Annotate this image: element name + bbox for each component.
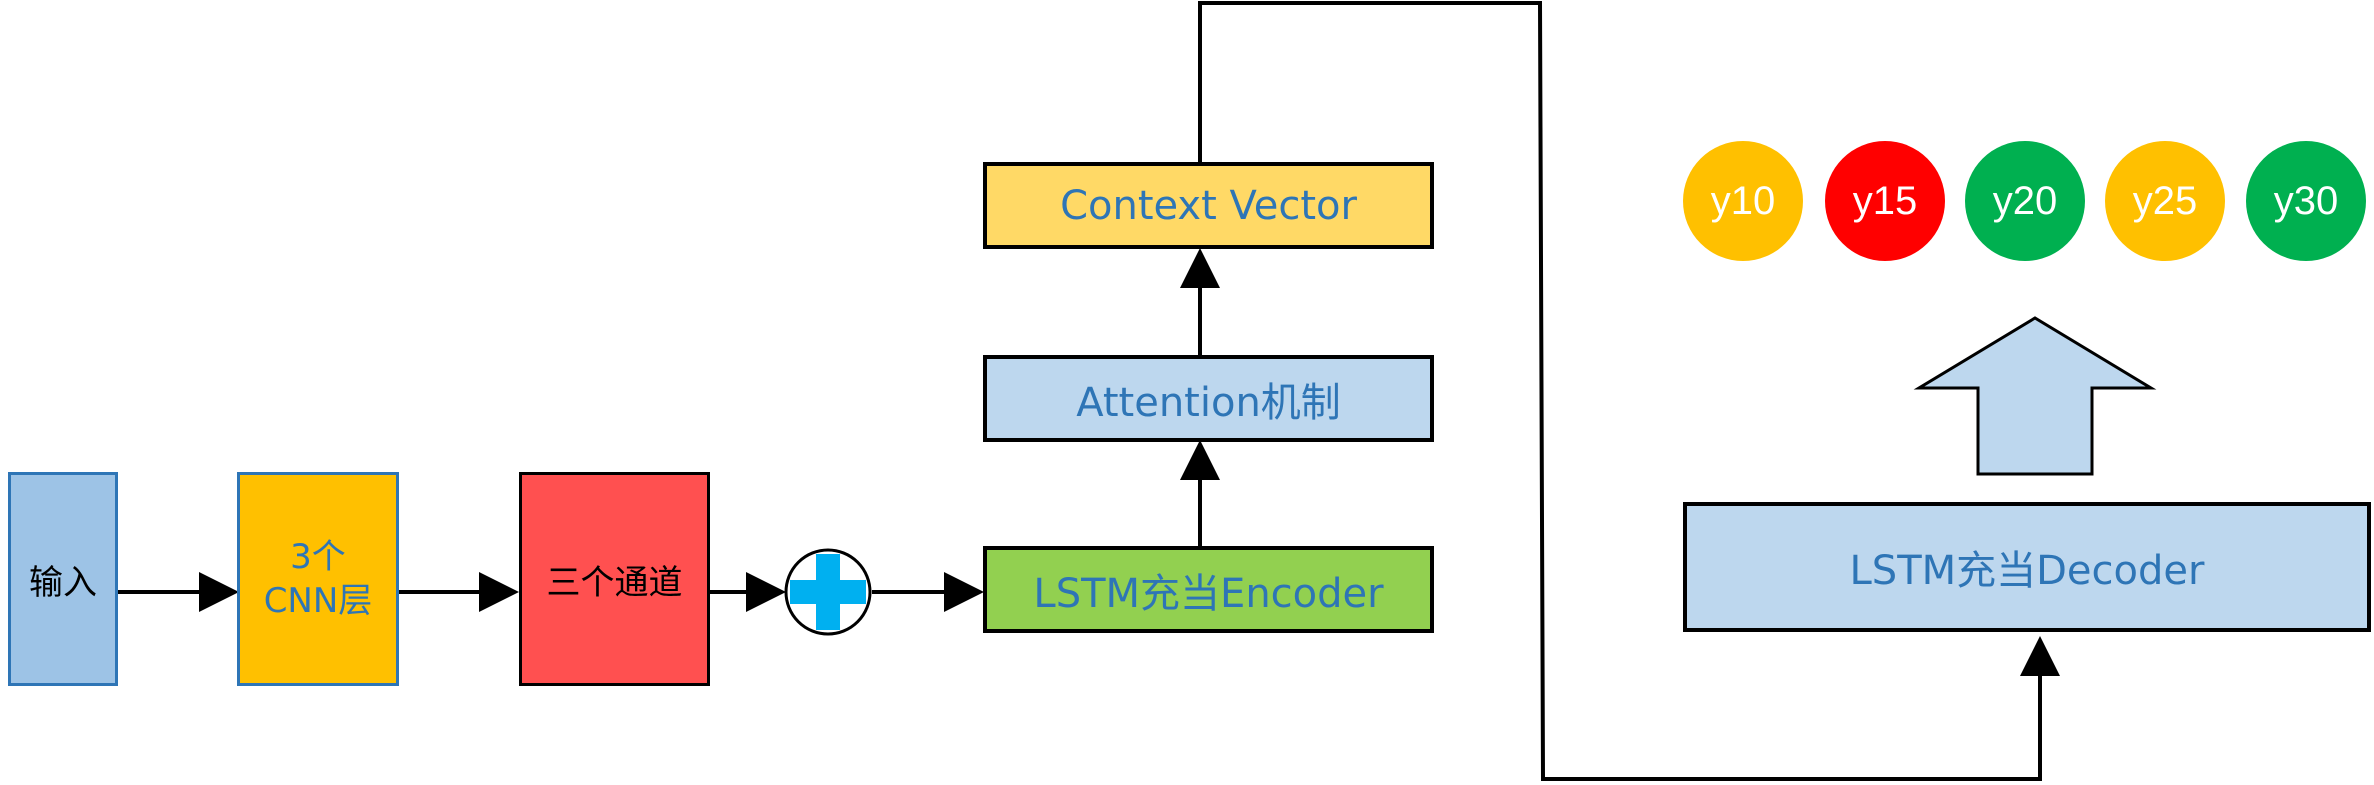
output-circle-y20: y20 xyxy=(1965,141,2085,261)
output-circle-y30: y30 xyxy=(2246,141,2366,261)
context-vector-label: Context Vector xyxy=(1060,182,1357,229)
output-label: y10 xyxy=(1710,178,1776,223)
channels-label: 三个通道 xyxy=(546,562,683,603)
input-label: 输入 xyxy=(29,562,97,603)
decoder-output-arrow xyxy=(1913,316,2157,476)
context-vector-box: Context Vector xyxy=(983,162,1434,249)
cnn-label-line1: 3个 xyxy=(290,536,346,577)
output-circle-y25: y25 xyxy=(2105,141,2225,261)
encoder-label: LSTM充当Encoder xyxy=(1033,570,1384,617)
model-diagram: 输入 3个 CNN层 三个通道 LSTM充当Encoder Attention机… xyxy=(0,0,2374,785)
encoder-box: LSTM充当Encoder xyxy=(983,546,1434,633)
attention-label: Attention机制 xyxy=(1076,379,1341,426)
decoder-box: LSTM充当Decoder xyxy=(1683,502,2371,632)
cnn-layers-box: 3个 CNN层 xyxy=(237,472,399,686)
output-label: y20 xyxy=(1992,178,2058,223)
output-circle-y10: y10 xyxy=(1683,141,1803,261)
output-label: y15 xyxy=(1852,178,1918,223)
cnn-label-line2: CNN层 xyxy=(263,581,373,621)
output-circle-y15: y15 xyxy=(1825,141,1945,261)
output-label: y30 xyxy=(2273,178,2339,223)
channels-box: 三个通道 xyxy=(519,472,710,686)
output-label: y25 xyxy=(2132,178,2198,223)
input-box: 输入 xyxy=(8,472,118,686)
decoder-label: LSTM充当Decoder xyxy=(1849,548,2205,594)
attention-box: Attention机制 xyxy=(983,355,1434,442)
